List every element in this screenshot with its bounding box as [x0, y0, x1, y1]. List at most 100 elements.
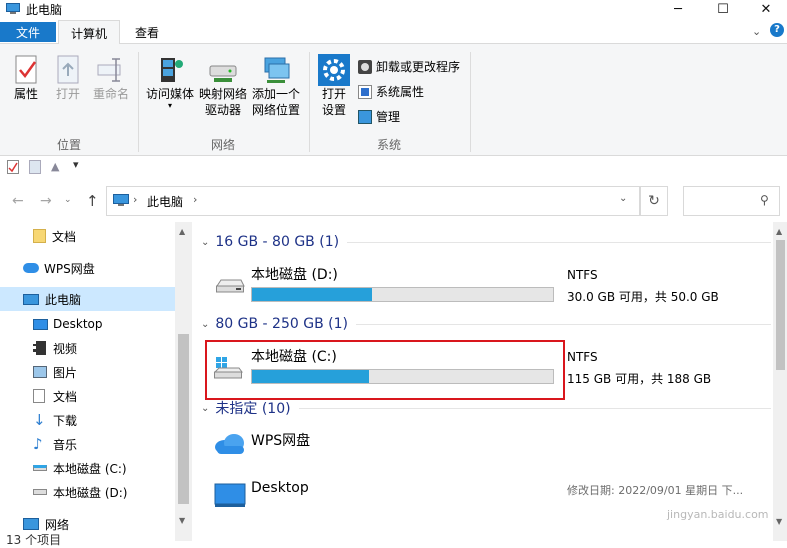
folder-icon: [33, 229, 46, 243]
access-media-button[interactable]: 访问媒体 ▾: [143, 54, 197, 110]
group-divider: [298, 407, 771, 409]
network-location-icon: [264, 57, 290, 83]
item-name: WPS网盘: [251, 433, 311, 449]
nav-item-drive-c[interactable]: 本地磁盘 (C:): [0, 456, 175, 480]
computer-icon: [23, 293, 39, 305]
address-dropdown-icon[interactable]: ⌄: [619, 193, 627, 204]
drive-d-icon: [33, 489, 47, 495]
group-divider: [355, 323, 771, 325]
music-icon: ♪: [33, 435, 43, 453]
tab-file[interactable]: 文件: [0, 22, 56, 42]
nav-item-wps-drive[interactable]: WPS网盘: [0, 256, 175, 280]
properties-icon: [15, 55, 37, 84]
breadcrumb-separator-icon[interactable]: ›: [193, 193, 197, 206]
computer-icon: [6, 3, 20, 14]
map-network-drive-button[interactable]: 映射网络 驱动器: [197, 54, 249, 118]
navigation-pane: 文档 WPS网盘 此电脑 Desktop 视频 图片 文档 ↓ 下载 ♪ 音乐 …: [0, 222, 192, 547]
group-header[interactable]: ⌄ 80 GB - 250 GB (1): [201, 316, 771, 332]
refresh-icon[interactable]: ↻: [640, 186, 668, 216]
dropdown-arrow-icon: ▾: [167, 101, 172, 110]
tab-computer[interactable]: 计算机: [58, 20, 120, 45]
ribbon-collapse-icon[interactable]: ⌄: [752, 25, 761, 38]
watermark: jingyan.baidu.com: [667, 508, 769, 521]
search-input[interactable]: ⚲: [683, 186, 780, 216]
chevron-down-icon: ⌄: [201, 236, 210, 248]
video-icon: [33, 341, 46, 355]
nav-item-documents-quick[interactable]: 文档: [0, 224, 175, 248]
scroll-up-icon[interactable]: ▲: [179, 227, 185, 236]
ribbon-tabs: 文件 计算机 查看 ⌄ ?: [0, 18, 787, 45]
computer-icon: [113, 194, 129, 206]
nav-item-documents[interactable]: 文档: [0, 384, 175, 408]
nav-item-videos[interactable]: 视频: [0, 336, 175, 360]
nav-item-pictures[interactable]: 图片: [0, 360, 175, 384]
drive-name: 本地磁盘 (D:): [251, 267, 338, 283]
back-arrow-icon[interactable]: ←: [12, 193, 24, 209]
capacity-bar: [251, 287, 554, 302]
tab-view[interactable]: 查看: [124, 20, 170, 45]
open-button[interactable]: 打开: [50, 54, 86, 102]
nav-item-this-pc[interactable]: 此电脑: [0, 287, 175, 311]
rename-icon: [97, 58, 121, 82]
picture-icon: [33, 366, 47, 378]
item-name: Desktop: [251, 480, 309, 496]
content-scrollbar[interactable]: ▲ ▼: [773, 222, 787, 541]
media-icon: [161, 58, 183, 82]
manage-button[interactable]: 管理: [358, 108, 400, 125]
cloud-icon: [23, 263, 39, 273]
scroll-up-icon[interactable]: ▲: [776, 227, 782, 236]
uninstall-button[interactable]: 卸载或更改程序: [358, 58, 460, 75]
drive-space: 30.0 GB 可用，共 50.0 GB: [567, 290, 719, 304]
ribbon-separator: [470, 52, 471, 152]
maximize-button[interactable]: ☐: [700, 0, 746, 18]
breadcrumb-this-pc[interactable]: 此电脑: [147, 193, 183, 210]
system-properties-button[interactable]: 系统属性: [358, 83, 424, 100]
group-label-network: 网络: [210, 138, 235, 152]
network-icon: [23, 518, 39, 530]
chevron-down-icon: ⌄: [201, 402, 210, 414]
desktop-icon: [214, 483, 246, 507]
properties-button[interactable]: 属性: [8, 54, 44, 102]
uninstall-icon: [358, 59, 372, 74]
item-wps-drive[interactable]: WPS网盘: [211, 422, 561, 462]
close-button[interactable]: ✕: [743, 0, 787, 18]
scroll-down-icon[interactable]: ▼: [776, 517, 782, 526]
nav-item-drive-d[interactable]: 本地磁盘 (D:): [0, 480, 175, 504]
new-folder-icon[interactable]: [29, 160, 41, 174]
up-icon[interactable]: ▲: [51, 160, 59, 173]
breadcrumb-separator-icon[interactable]: ›: [133, 193, 137, 206]
forward-arrow-icon[interactable]: →: [40, 193, 52, 209]
scroll-thumb[interactable]: [776, 240, 785, 370]
drive-c-icon: [33, 465, 47, 471]
group-divider: [347, 241, 771, 243]
add-network-location-button[interactable]: 添加一个 网络位置: [249, 54, 303, 118]
drive-item-c-highlight[interactable]: 本地磁盘 (C:): [205, 340, 565, 400]
capacity-bar: [251, 369, 554, 384]
up-arrow-icon[interactable]: ↑: [86, 192, 99, 210]
nav-scrollbar[interactable]: ▲ ▼: [175, 222, 192, 541]
drive-c-icon: [213, 357, 243, 379]
customize-toolbar-icon[interactable]: ▾: [73, 158, 79, 171]
rename-button[interactable]: 重命名: [90, 54, 132, 102]
network-drive-icon: [209, 65, 237, 82]
cloud-icon: [215, 434, 244, 454]
help-icon[interactable]: ?: [770, 23, 784, 37]
open-settings-button[interactable]: 打开 设置: [314, 54, 354, 118]
title-bar: 此电脑 ─ ☐ ✕: [0, 0, 787, 18]
open-icon: [57, 55, 79, 84]
group-header[interactable]: ⌄ 未指定 (10): [201, 398, 771, 418]
recent-dropdown-icon[interactable]: ⌄: [64, 195, 72, 205]
download-icon: ↓: [33, 411, 46, 429]
nav-item-downloads[interactable]: ↓ 下载: [0, 408, 175, 432]
group-header[interactable]: ⌄ 16 GB - 80 GB (1): [201, 234, 771, 250]
minimize-button[interactable]: ─: [655, 0, 701, 18]
scroll-thumb[interactable]: [178, 334, 189, 504]
item-desktop[interactable]: Desktop: [211, 474, 561, 514]
scroll-down-icon[interactable]: ▼: [179, 516, 185, 525]
nav-item-desktop[interactable]: Desktop: [0, 312, 175, 336]
address-bar[interactable]: › 此电脑 › ⌄: [106, 186, 640, 216]
drive-item-d[interactable]: 本地磁盘 (D:): [211, 260, 561, 306]
properties-icon[interactable]: [7, 160, 19, 174]
group-label-system: 系统: [376, 138, 401, 152]
nav-item-music[interactable]: ♪ 音乐: [0, 432, 175, 456]
